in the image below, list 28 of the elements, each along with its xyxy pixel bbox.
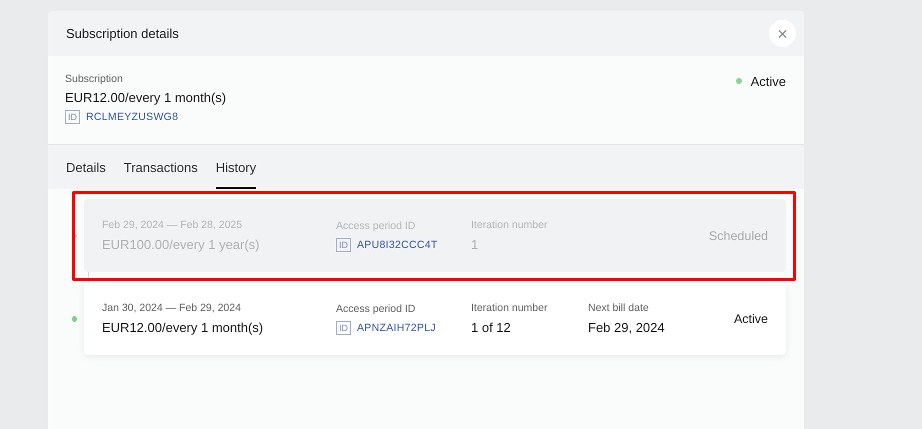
subscription-id[interactable]: RCLMEYZUSWG8 [86, 111, 178, 123]
period-dates: Feb 29, 2024 — Feb 28, 2025 [102, 219, 244, 231]
dialog-title: Subscription details [66, 26, 179, 41]
next-bill-label: Next bill date [588, 302, 650, 314]
access-period-id[interactable]: APU8I32CCC4T [357, 238, 438, 250]
period-price: EUR100.00/every 1 year(s) [102, 237, 261, 252]
period-status: Active [734, 312, 768, 326]
iteration-label: Iteration number [471, 219, 548, 231]
id-badge: ID [336, 238, 351, 252]
iteration-number: 1 of 12 [471, 320, 512, 335]
tab[interactable]: History [216, 145, 256, 189]
id-badge: ID [336, 320, 351, 334]
access-period-id[interactable]: APNZAIH72PLJ [357, 322, 436, 334]
access-period-label: Access period ID [336, 220, 416, 232]
period-price: EUR12.00/every 1 month(s) [102, 320, 264, 335]
period-status: Scheduled [708, 228, 768, 242]
access-period-label: Access period ID [336, 302, 416, 314]
iteration-label: Iteration number [471, 302, 548, 314]
id-badge: ID [65, 110, 80, 124]
iteration-number: 1 [471, 237, 480, 252]
close-button[interactable]: × [769, 20, 796, 47]
tab[interactable]: Details [66, 145, 106, 189]
period-dates: Jan 30, 2024 — Feb 29, 2024 [102, 302, 242, 314]
subscription-label: Subscription [65, 73, 124, 85]
next-bill-date: Feb 29, 2024 [588, 320, 666, 335]
subscription-status: Active [750, 74, 786, 88]
subscription-price: EUR12.00/every 1 month(s) [65, 90, 226, 105]
tab[interactable]: Transactions [124, 145, 198, 189]
